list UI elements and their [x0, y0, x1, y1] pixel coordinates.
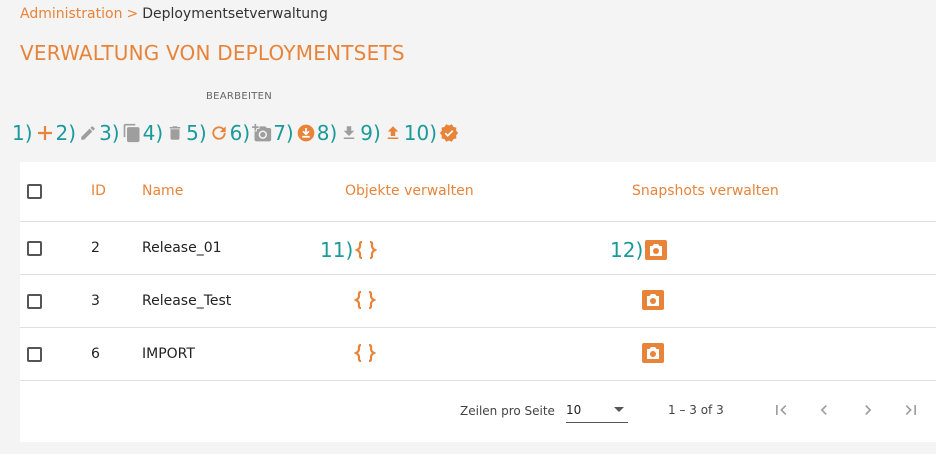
- cell-id: 3: [91, 293, 100, 309]
- deploymentsets-table: ID Name Objekte verwalten Snapshots verw…: [20, 162, 936, 442]
- camera-icon: [642, 290, 664, 310]
- download-button[interactable]: [338, 118, 360, 148]
- manage-snapshots-button[interactable]: [641, 288, 665, 312]
- snapshots-cell: [641, 288, 665, 312]
- table-header-row: ID Name Objekte verwalten Snapshots verw…: [20, 162, 936, 222]
- annotation-number: 10): [403, 121, 438, 145]
- camera-icon: [645, 240, 668, 260]
- manage-objects-button[interactable]: [354, 238, 378, 262]
- breadcrumb-current: Deploymentsetverwaltung: [142, 6, 328, 22]
- manage-objects-button[interactable]: [353, 288, 377, 312]
- breadcrumb-separator: >: [126, 6, 139, 22]
- column-header-id[interactable]: ID: [91, 183, 106, 199]
- delete-icon: [169, 126, 181, 140]
- refresh-icon: [211, 126, 226, 140]
- column-header-snapshots: Snapshots verwalten: [632, 183, 779, 199]
- breadcrumb-link-administration[interactable]: Administration: [20, 6, 122, 22]
- rows-per-page-select[interactable]: 10: [566, 400, 628, 423]
- first-page-icon: [776, 405, 787, 415]
- table-row[interactable]: 3 Release_Test: [20, 275, 936, 328]
- breadcrumb: Administration > Deploymentsetverwaltung: [20, 6, 328, 22]
- add-snapshot-icon: [252, 123, 272, 142]
- annotation-number: 7): [273, 121, 294, 145]
- manage-objects-button[interactable]: [353, 341, 377, 365]
- cell-id: 6: [91, 346, 100, 362]
- objects-cell: [353, 341, 377, 365]
- annotation-number: 2): [55, 121, 77, 145]
- code-braces-icon: [354, 290, 376, 310]
- download-circle-button[interactable]: [295, 118, 317, 148]
- cell-name: IMPORT: [142, 346, 195, 362]
- column-header-objects: Objekte verwalten: [345, 183, 474, 199]
- last-page-button[interactable]: [899, 398, 923, 422]
- cell-name: Release_01: [142, 240, 222, 256]
- annotation-number: 6): [229, 121, 251, 145]
- pagination: Zeilen pro Seite 10 1 – 3 of 3: [20, 381, 936, 441]
- last-page-icon: [905, 405, 916, 415]
- cell-name: Release_Test: [142, 293, 232, 309]
- download-circle-icon: [297, 124, 315, 142]
- verify-button[interactable]: [438, 118, 460, 148]
- code-braces-icon: [354, 343, 376, 363]
- rows-per-page-value: 10: [566, 403, 582, 417]
- annotation-number: 4): [142, 121, 164, 145]
- add-button[interactable]: [34, 118, 56, 148]
- table-row[interactable]: 2 Release_01 11) 12): [20, 222, 936, 275]
- dropdown-arrow-icon: [614, 407, 624, 412]
- objects-cell: 11): [320, 235, 378, 265]
- snapshots-cell: [641, 341, 665, 365]
- annotation-number: 1): [12, 121, 33, 145]
- toolbar-group-label: BEARBEITEN: [206, 91, 273, 102]
- annotation-number: 3): [99, 121, 120, 145]
- snapshots-cell: 12): [610, 235, 668, 265]
- row-checkbox[interactable]: [27, 241, 42, 256]
- toolbar: 1) 2) 3) 4) 5) 6) 7) 8) 9) 10): [12, 118, 460, 148]
- annotation-number: 5): [186, 121, 207, 145]
- manage-snapshots-button[interactable]: [641, 341, 665, 365]
- row-checkbox[interactable]: [27, 347, 42, 362]
- copy-button[interactable]: [121, 118, 143, 148]
- cell-id: 2: [91, 240, 100, 256]
- refresh-button[interactable]: [208, 118, 230, 148]
- chevron-right-icon: [865, 405, 872, 415]
- page-title: VERWALTUNG VON DEPLOYMENTSETS: [20, 41, 405, 65]
- chevron-left-icon: [820, 405, 827, 415]
- upload-icon: [387, 126, 399, 139]
- previous-page-button[interactable]: [812, 398, 836, 422]
- column-header-name[interactable]: Name: [142, 183, 183, 199]
- page-range: 1 – 3 of 3: [668, 403, 724, 417]
- annotation-number: 11): [320, 238, 354, 262]
- copy-icon: [123, 123, 140, 143]
- row-checkbox[interactable]: [27, 294, 42, 309]
- next-page-button[interactable]: [856, 398, 880, 422]
- table-row[interactable]: 6 IMPORT: [20, 328, 936, 381]
- add-snapshot-button[interactable]: [251, 118, 273, 148]
- delete-button[interactable]: [164, 118, 186, 148]
- plus-icon: [37, 126, 52, 140]
- first-page-button[interactable]: [769, 398, 793, 422]
- annotation-number: 12): [610, 238, 644, 262]
- manage-snapshots-button[interactable]: [644, 238, 668, 262]
- camera-icon: [642, 343, 664, 363]
- upload-button[interactable]: [382, 118, 404, 148]
- annotation-number: 8): [316, 121, 338, 145]
- download-icon: [344, 126, 355, 139]
- code-braces-icon: [355, 240, 378, 260]
- objects-cell: [353, 288, 377, 312]
- rows-per-page-label: Zeilen pro Seite: [460, 404, 555, 418]
- edit-icon: [81, 126, 95, 140]
- verified-badge-icon: [439, 124, 459, 142]
- select-all-checkbox[interactable]: [27, 184, 42, 199]
- edit-button[interactable]: [77, 118, 99, 148]
- annotation-number: 9): [360, 121, 381, 145]
